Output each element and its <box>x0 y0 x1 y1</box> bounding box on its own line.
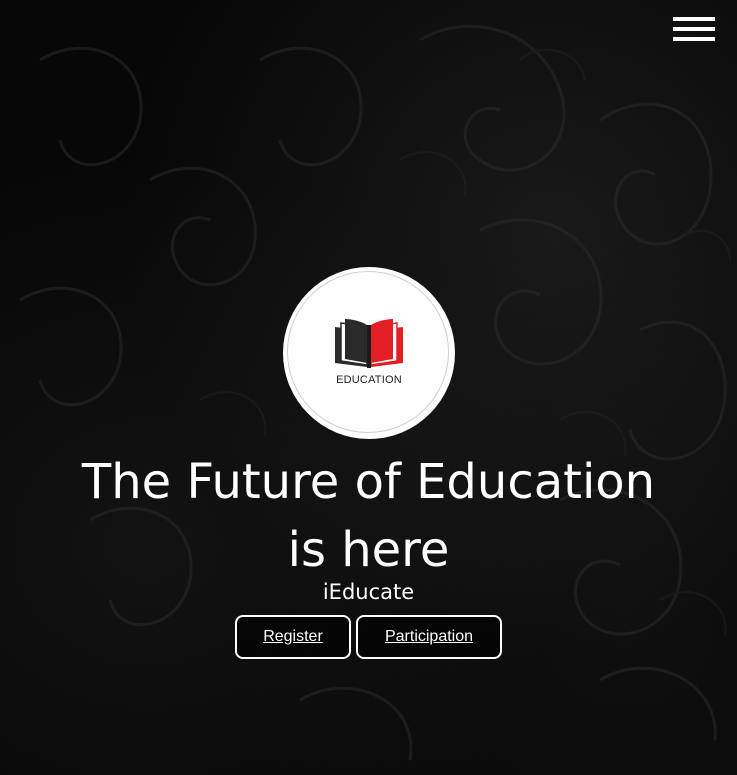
register-button[interactable]: Register <box>235 615 351 659</box>
hamburger-menu-icon[interactable] <box>673 17 715 41</box>
page: EDUCATION The Future of Education is her… <box>0 0 737 775</box>
hero-subtitle: iEducate <box>322 580 415 604</box>
logo: EDUCATION <box>283 267 455 439</box>
open-book-icon <box>335 319 403 368</box>
menu-bar-middle <box>673 27 715 31</box>
menu-bar-top <box>673 17 715 21</box>
hero-headline: The Future of Education is here <box>81 454 656 578</box>
participation-button[interactable]: Participation <box>356 615 502 659</box>
logo-text: EDUCATION <box>336 374 402 386</box>
menu-bar-bottom <box>673 37 715 41</box>
